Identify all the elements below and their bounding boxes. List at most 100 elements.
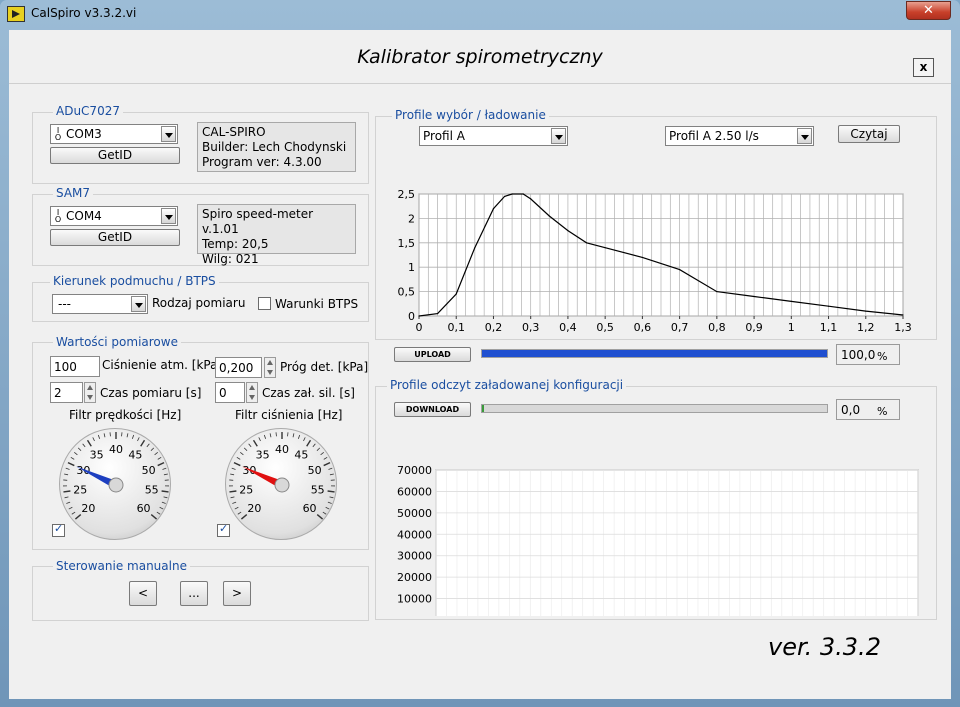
- filtr-predkosci-label: Filtr prędkości [Hz]: [69, 408, 182, 422]
- y-tick-label: 30000: [397, 550, 432, 563]
- download-button[interactable]: DOWNLOAD: [394, 402, 471, 417]
- dial-tick-label: 55: [311, 484, 325, 497]
- profile-select[interactable]: Profil A: [419, 126, 568, 146]
- dial-tick: [269, 433, 272, 438]
- data-point: [604, 247, 606, 249]
- dial-tick-label: 45: [128, 449, 142, 462]
- dial-tick: [329, 473, 334, 476]
- dial-tick: [150, 447, 155, 451]
- dial-tick-label: 50: [142, 464, 156, 477]
- window-close-button[interactable]: ✕: [906, 1, 951, 20]
- dial-tick: [63, 490, 71, 493]
- x-tick-label: 1,3: [894, 321, 912, 334]
- dial-tick-label: 20: [81, 502, 95, 515]
- chevron-down-icon[interactable]: [551, 128, 566, 144]
- dial-tick: [316, 447, 321, 451]
- next-button[interactable]: >: [223, 581, 251, 606]
- dial-tick: [150, 514, 158, 520]
- chevron-down-icon[interactable]: [797, 128, 812, 144]
- rate-select-value: Profil A 2.50 l/s: [669, 129, 759, 143]
- prev-button[interactable]: <: [129, 581, 157, 606]
- data-point: [530, 198, 532, 200]
- dial-tick: [82, 443, 86, 448]
- aduc-info-line: Builder: Lech Chodynski: [202, 140, 347, 154]
- y-tick-label: 0: [408, 310, 415, 323]
- data-point: [641, 256, 643, 259]
- x-tick-label: 0,5: [596, 321, 614, 334]
- x-tick-label: 0: [416, 321, 423, 334]
- chevron-down-icon[interactable]: [161, 126, 176, 142]
- aduc-port-select[interactable]: IO COM3: [50, 124, 178, 144]
- labview-app-icon: [7, 6, 25, 22]
- dial-tick: [70, 456, 75, 460]
- dial-tick: [92, 437, 95, 442]
- filtr-cisnienia-checkbox[interactable]: [217, 522, 230, 537]
- io-icon: IO: [54, 208, 62, 224]
- filtr-cisnienia-knob[interactable]: 202530354045505560: [225, 428, 337, 540]
- x-tick-label: 1,2: [857, 321, 875, 334]
- download-progress-value: 0,0 %: [836, 399, 900, 420]
- data-point: [522, 193, 524, 195]
- dial-tick-label: 20: [247, 502, 261, 515]
- dial-tick: [73, 452, 78, 456]
- x-tick-label: 0,8: [708, 321, 726, 334]
- chevron-down-icon[interactable]: [161, 208, 176, 224]
- upload-progress-value: 100,0 %: [836, 344, 900, 365]
- dial-tick: [67, 461, 75, 467]
- sam7-port-value: COM4: [66, 209, 102, 223]
- dial-tick-label: 55: [145, 484, 159, 497]
- sam7-info-line: Temp: 20,5: [202, 237, 269, 251]
- czas-label: Czas pomiaru [s]: [100, 386, 202, 400]
- dial-face: 202530354045505560: [229, 432, 335, 520]
- sam7-getid-button[interactable]: GetID: [50, 229, 180, 246]
- prog-stepper[interactable]: [264, 357, 276, 378]
- prog-field[interactable]: 0,200: [215, 357, 262, 378]
- data-point: [865, 310, 867, 312]
- dial-tick: [65, 467, 70, 470]
- upload-progress-text: 100,0: [841, 348, 876, 362]
- czaszal-field[interactable]: 0: [215, 382, 245, 403]
- dial-tick: [323, 456, 328, 460]
- cisnienie-field[interactable]: 100: [50, 356, 100, 377]
- download-progress-text: 0,0: [841, 403, 861, 417]
- dial-tick: [320, 452, 325, 456]
- czaszal-stepper[interactable]: [246, 382, 258, 403]
- btps-checkbox[interactable]: [258, 297, 271, 310]
- dial-tick: [329, 496, 334, 499]
- filtr-predkosci-knob[interactable]: 202530354045505560: [59, 428, 171, 540]
- dial-tick-label: 25: [73, 484, 87, 497]
- upload-progress-unit: %: [877, 350, 888, 363]
- aduc-getid-button[interactable]: GetID: [50, 147, 180, 164]
- rodzaj-pomiaru-label: Rodzaj pomiaru: [152, 296, 246, 310]
- download-progress-fill: [482, 405, 485, 412]
- upload-progress-fill: [482, 350, 827, 357]
- czytaj-button[interactable]: Czytaj: [838, 125, 900, 143]
- data-point: [716, 291, 718, 293]
- dial-tick: [71, 511, 76, 515]
- sam7-port-select[interactable]: IO COM4: [50, 206, 178, 226]
- btps-label: Warunki BTPS: [275, 297, 359, 311]
- filtr-predkosci-checkbox[interactable]: [52, 522, 65, 537]
- dial-tick: [97, 434, 101, 439]
- download-progress-bar: [481, 404, 828, 413]
- dial-tick: [312, 443, 316, 448]
- y-tick-label: 60000: [397, 485, 432, 498]
- dial-tick-label: 60: [303, 502, 317, 515]
- sterowanie-panel-label: Sterowanie manualne: [53, 559, 190, 573]
- czas-stepper[interactable]: [84, 382, 96, 403]
- x-tick-label: 0,9: [745, 321, 763, 334]
- x-tick-label: 0,7: [671, 321, 689, 334]
- upload-button[interactable]: UPLOAD: [394, 347, 471, 362]
- dial-tick: [161, 490, 169, 493]
- czas-field[interactable]: 2: [50, 382, 83, 403]
- kierunek-select[interactable]: ---: [52, 294, 148, 314]
- rate-select[interactable]: Profil A 2.50 l/s: [665, 126, 814, 146]
- chevron-down-icon[interactable]: [131, 296, 146, 312]
- dial-tick-label: 45: [294, 449, 308, 462]
- dial-tick: [292, 433, 295, 438]
- x-tick-label: 0,3: [522, 321, 540, 334]
- dial-tick: [68, 506, 73, 510]
- exit-button[interactable]: x: [913, 58, 934, 77]
- stop-button[interactable]: ...: [180, 581, 208, 606]
- dial-tick: [103, 433, 106, 438]
